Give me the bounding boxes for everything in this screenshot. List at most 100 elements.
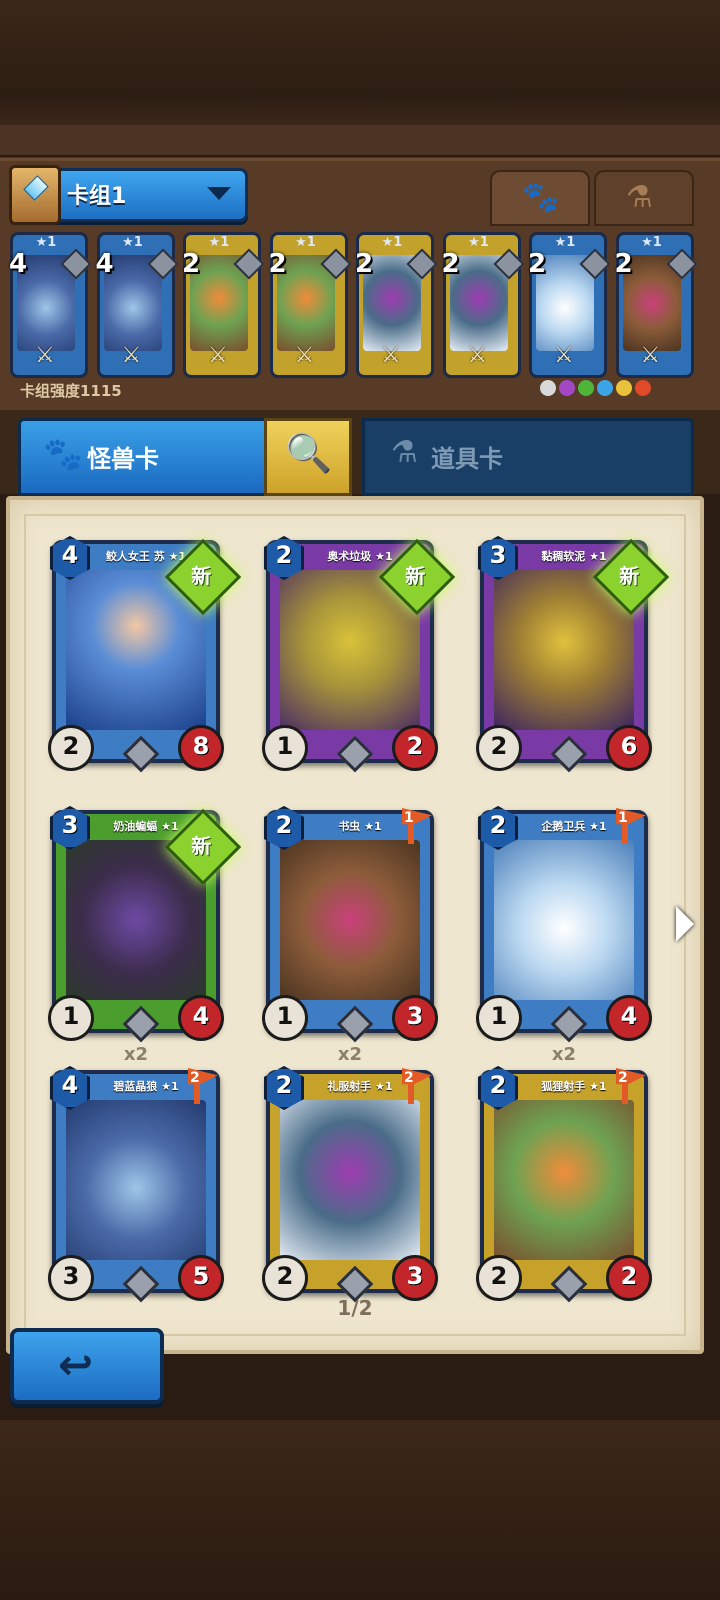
card-art bbox=[494, 840, 634, 1000]
card-cost: 3 bbox=[61, 811, 79, 839]
card-attack: 2 bbox=[490, 1262, 508, 1290]
duplicate-count: x2 bbox=[337, 1044, 363, 1065]
monster-card[interactable]: 鲛人女王 苏 ★1 4 2 8 新 bbox=[48, 536, 242, 773]
card-health: 2 bbox=[620, 1262, 638, 1290]
deck-power-label: 卡组强度1115 bbox=[20, 382, 122, 400]
tab-monster-label: 怪兽卡 bbox=[87, 445, 159, 473]
deck-selector-dropdown[interactable]: 卡组1 bbox=[9, 165, 248, 225]
attack-badge: 2 bbox=[262, 1255, 308, 1301]
card-title: 书虫 ★1 bbox=[338, 820, 382, 833]
card-flag-count: 2 bbox=[190, 1070, 200, 1086]
health-badge: 5 bbox=[178, 1255, 224, 1301]
card-flag-count: 2 bbox=[618, 1070, 628, 1086]
faction-icon bbox=[578, 380, 594, 396]
monster-card[interactable]: 狐狸射手 ★1 2 2 2 2 x2 bbox=[476, 1044, 652, 1303]
weapon-icon: ⚔ bbox=[121, 343, 142, 368]
deck-card-slot[interactable]: ★1 4 ⚔ bbox=[96, 232, 179, 378]
deck-card-slot[interactable]: ★1 2 ⚔ bbox=[182, 232, 265, 378]
deck-name: 卡组1 bbox=[67, 184, 127, 209]
card-cost: 4 bbox=[9, 249, 28, 279]
attack-badge: 3 bbox=[48, 1255, 94, 1301]
card-health: 3 bbox=[406, 1262, 424, 1290]
bottom-wood-background bbox=[0, 1420, 720, 1600]
deck-card-slot[interactable]: ★1 4 ⚔ bbox=[9, 232, 92, 378]
deck-card-slot[interactable]: ★1 2 ⚔ bbox=[268, 232, 352, 378]
tab-item-cards[interactable]: ⚗ 道具卡 bbox=[362, 418, 694, 496]
page-indicator: 1/2 bbox=[337, 1296, 373, 1320]
faction-icon bbox=[559, 380, 575, 396]
back-arrow-icon: ↩ bbox=[58, 1340, 94, 1389]
new-badge-label: 新 bbox=[619, 564, 640, 589]
new-badge-label: 新 bbox=[191, 834, 212, 859]
card-cost: 2 bbox=[355, 249, 374, 279]
attack-badge: 1 bbox=[476, 995, 522, 1041]
paw-icon: 🐾 bbox=[43, 435, 83, 473]
card-attack: 2 bbox=[276, 1262, 294, 1290]
health-badge: 3 bbox=[392, 1255, 438, 1301]
card-attack: 1 bbox=[62, 1002, 80, 1030]
health-badge: 2 bbox=[392, 725, 438, 771]
star-level: ★1 bbox=[641, 235, 662, 250]
tab-monster-cards[interactable]: 🐾 怪兽卡 bbox=[18, 418, 268, 496]
star-level: ★1 bbox=[295, 235, 316, 250]
card-health: 3 bbox=[406, 1002, 424, 1030]
attack-badge: 2 bbox=[476, 1255, 522, 1301]
attack-badge: 2 bbox=[476, 725, 522, 771]
card-flag-count: 1 bbox=[618, 810, 628, 826]
monster-card[interactable]: 书虫 ★1 2 1 3 1 bbox=[262, 806, 438, 1043]
card-cost: 3 bbox=[489, 541, 507, 569]
star-level: ★1 bbox=[122, 235, 143, 250]
monster-card[interactable]: 奥术垃圾 ★1 2 1 2 新 bbox=[262, 536, 456, 773]
star-level: ★1 bbox=[35, 235, 57, 250]
faction-icons bbox=[540, 380, 654, 400]
search-button[interactable]: 🔍 bbox=[264, 418, 352, 496]
attack-badge: 2 bbox=[48, 725, 94, 771]
monster-card[interactable]: 奶油蝙蝠 ★1 3 1 4 新 bbox=[48, 806, 242, 1043]
faction-icon bbox=[597, 380, 613, 396]
card-cost: 2 bbox=[275, 1071, 293, 1099]
deck-card-slot[interactable]: ★1 2 ⚔ bbox=[615, 232, 698, 378]
weapon-icon: ⚔ bbox=[208, 343, 228, 368]
attack-badge: 1 bbox=[262, 725, 308, 771]
health-badge: 3 bbox=[392, 995, 438, 1041]
monster-card[interactable]: 碧蓝晶狼 ★1 4 3 5 2 x2 bbox=[48, 1044, 224, 1303]
card-health: 4 bbox=[620, 1002, 638, 1030]
deck-book-icon bbox=[9, 165, 61, 225]
card-health: 8 bbox=[192, 732, 210, 760]
star-level: ★1 bbox=[208, 235, 230, 250]
monster-card[interactable]: 黏稠软泥 ★1 3 2 6 新 bbox=[476, 536, 670, 773]
card-cost: 2 bbox=[489, 811, 507, 839]
card-art bbox=[280, 840, 420, 1000]
health-badge: 8 bbox=[178, 725, 224, 771]
card-cost: 2 bbox=[275, 541, 293, 569]
deck-card-slot[interactable]: ★1 2 ⚔ bbox=[355, 232, 438, 378]
health-badge: 4 bbox=[178, 995, 224, 1041]
star-level: ★1 bbox=[381, 235, 403, 250]
card-attack: 1 bbox=[276, 1002, 294, 1030]
weapon-icon: ⚔ bbox=[381, 343, 401, 368]
card-art bbox=[66, 1100, 206, 1260]
card-attack: 1 bbox=[490, 1002, 508, 1030]
deck-card-slot[interactable]: ★1 2 ⚔ bbox=[442, 232, 525, 378]
monster-card[interactable]: 企鹅卫兵 ★1 2 1 4 1 bbox=[476, 806, 652, 1043]
weapon-icon: ⚔ bbox=[554, 343, 574, 368]
deck-card-slot[interactable]: ★1 2 ⚔ bbox=[528, 232, 611, 378]
star-level: ★1 bbox=[468, 235, 489, 250]
chevron-down-icon bbox=[207, 187, 231, 200]
tab-item-deck[interactable]: ⚗ bbox=[594, 170, 694, 226]
health-badge: 6 bbox=[606, 725, 652, 771]
new-badge-label: 新 bbox=[405, 564, 426, 589]
card-attack: 1 bbox=[276, 732, 294, 760]
back-button[interactable]: ↩ bbox=[10, 1328, 164, 1404]
potion-icon: ⚗ bbox=[391, 435, 418, 470]
weapon-icon: ⚔ bbox=[640, 343, 661, 368]
tab-monster-deck[interactable]: 🐾 bbox=[490, 170, 590, 226]
search-icon: 🔍 bbox=[285, 431, 333, 475]
faction-icon bbox=[540, 380, 556, 396]
next-page-arrow-icon[interactable] bbox=[676, 906, 694, 942]
monster-card[interactable]: 礼服射手 ★1 2 2 3 2 x2 bbox=[262, 1044, 438, 1303]
card-cost: 2 bbox=[268, 249, 287, 279]
health-badge: 2 bbox=[606, 1255, 652, 1301]
card-cost: 2 bbox=[182, 249, 201, 279]
card-title: 礼服射手 ★1 bbox=[327, 1080, 393, 1093]
